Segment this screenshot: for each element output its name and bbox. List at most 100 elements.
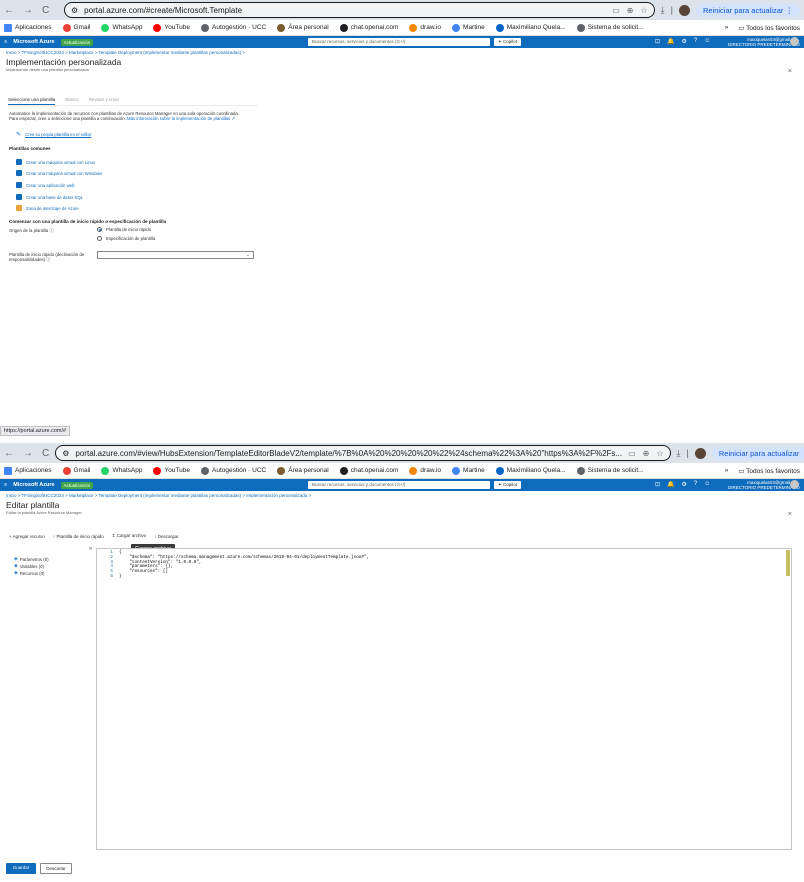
help-icon[interactable]: ? xyxy=(694,481,697,488)
radio-circle[interactable] xyxy=(97,227,102,232)
azure-search-input[interactable]: Buscar recursos, servicios y documentos … xyxy=(308,481,490,489)
address-url[interactable]: portal.azure.com/#create/Microsoft.Templ… xyxy=(84,6,606,15)
address-bar[interactable]: ⚙ portal.azure.com/#create/Microsoft.Tem… xyxy=(64,2,655,18)
code-area[interactable]: { "$schema": "https://schema.management.… xyxy=(119,550,369,580)
template-source-radio[interactable]: Plantilla de inicio rápido xyxy=(97,227,151,232)
azure-brand[interactable]: Microsoft Azure xyxy=(13,39,54,45)
bookmark-item[interactable]: Autogestión · UCC xyxy=(201,23,266,32)
editor-scrollbar[interactable] xyxy=(786,550,790,576)
zoom-icon[interactable]: ⊕ xyxy=(627,6,634,15)
bookmark-item[interactable]: Martine xyxy=(452,466,485,475)
info-icon[interactable]: ⓘ xyxy=(46,257,50,262)
toolbar-button[interactable]: ↓ Descargar xyxy=(154,534,178,539)
bookmark-item[interactable]: Área personal xyxy=(277,23,329,32)
settings-icon[interactable]: ⚙ xyxy=(682,38,687,45)
download-icon[interactable]: ⤓ xyxy=(661,5,665,16)
common-template-link[interactable]: Crear una máquina virtual con Windows xyxy=(16,170,102,176)
close-icon[interactable]: × xyxy=(788,68,792,75)
back-icon[interactable]: ← xyxy=(4,5,14,16)
all-favorites-folder[interactable]: ▭ Todos los favoritos xyxy=(738,467,800,475)
reload-icon[interactable]: C xyxy=(42,448,49,459)
notifications-icon[interactable]: 🔔 xyxy=(667,38,674,45)
bookmark-item[interactable]: Sistema de solicit... xyxy=(576,466,644,475)
cloud-shell-icon[interactable]: ⊡ xyxy=(655,38,660,45)
toolbar-button[interactable]: ↥ Cargar archivo xyxy=(112,533,147,539)
install-icon[interactable]: ▭ xyxy=(628,449,636,458)
forward-icon[interactable]: → xyxy=(23,5,33,16)
bookmark-item[interactable]: WhatsApp xyxy=(101,466,142,475)
all-favorites-folder[interactable]: ▭ Todos los favoritos xyxy=(738,24,800,32)
wizard-tab[interactable]: Revisar y crear xyxy=(89,97,119,105)
zoom-icon[interactable]: ⊕ xyxy=(643,449,650,458)
bookmark-item[interactable]: Martine xyxy=(452,23,485,32)
common-template-link[interactable]: Crear una máquina virtual con Linux xyxy=(16,159,95,165)
update-button[interactable]: Reiniciar para actualizar ⋮ xyxy=(695,3,800,17)
forward-icon[interactable]: → xyxy=(23,448,33,459)
toolbar-button[interactable]: ↑ Plantilla de inicio rápido xyxy=(53,534,104,539)
save-button[interactable]: Guardar xyxy=(6,863,36,874)
azure-avatar[interactable] xyxy=(790,37,799,46)
learn-more-link[interactable]: Más información sobre la implementación … xyxy=(127,116,235,121)
outline-item[interactable]: ◈ Parámetros (0) xyxy=(14,556,49,563)
wizard-tab[interactable]: Básico xyxy=(65,97,79,105)
template-source-radio[interactable]: Especificación de plantilla xyxy=(97,236,155,241)
update-button[interactable]: Reiniciar para actualizar ⋮ xyxy=(711,446,804,460)
feedback-icon[interactable]: ☺ xyxy=(704,481,710,488)
update-badge[interactable]: Actualización xyxy=(60,38,94,46)
settings-icon[interactable]: ⚙ xyxy=(682,481,687,488)
profile-avatar[interactable] xyxy=(694,447,706,459)
wizard-tab[interactable]: Seleccione una plantilla xyxy=(8,97,56,105)
discard-button[interactable]: Descartar xyxy=(40,863,72,874)
bookmark-item[interactable]: Autogestión · UCC xyxy=(201,466,266,475)
hamburger-icon[interactable]: ≡ xyxy=(4,39,7,45)
copilot-button[interactable]: ✦ Copilot xyxy=(494,481,522,489)
common-template-link[interactable]: Crear una base de datos SQL xyxy=(16,194,83,200)
profile-avatar[interactable] xyxy=(678,4,690,16)
editor-link[interactable]: ✎ Cree su propia plantilla en el editor xyxy=(16,131,91,138)
bookmark-item[interactable]: Gmail xyxy=(62,23,90,32)
bookmark-item[interactable]: Aplicaciones xyxy=(4,466,52,475)
bookmark-item[interactable]: YouTube xyxy=(153,466,190,475)
breadcrumb[interactable]: Inicio > TFSingSoftUCC2024 > Marketplace… xyxy=(0,48,804,57)
notifications-icon[interactable]: 🔔 xyxy=(667,481,674,488)
back-icon[interactable]: ← xyxy=(4,448,14,459)
bookmark-item[interactable]: draw.io xyxy=(409,23,441,32)
json-editor[interactable]: 123456 { "$schema": "https://schema.mana… xyxy=(96,548,792,850)
hamburger-icon[interactable]: ≡ xyxy=(4,482,7,488)
bookmark-item[interactable]: Área personal xyxy=(277,466,329,475)
azure-search-input[interactable]: Buscar recursos, servicios y documentos … xyxy=(308,38,490,46)
quickstart-dropdown[interactable]: ⌄ xyxy=(97,251,254,259)
azure-avatar[interactable] xyxy=(790,480,799,489)
bookmark-item[interactable]: Sistema de solicit... xyxy=(576,23,644,32)
bookmark-item[interactable]: chat.openai.com xyxy=(339,23,398,32)
breadcrumb[interactable]: Inicio > TFSingSoftUCC2024 > Marketplace… xyxy=(0,491,804,500)
common-template-link[interactable]: Crear una aplicación web xyxy=(16,182,75,188)
address-url[interactable]: portal.azure.com/#view/HubsExtension/Tem… xyxy=(75,449,622,458)
help-icon[interactable]: ? xyxy=(694,38,697,45)
bookmark-item[interactable]: Aplicaciones xyxy=(4,23,52,32)
reload-icon[interactable]: C xyxy=(42,5,49,16)
download-icon[interactable]: ⤓ xyxy=(677,448,681,459)
bookmark-item[interactable]: chat.openai.com xyxy=(339,466,398,475)
copilot-button[interactable]: ✦ Copilot xyxy=(494,38,522,46)
site-info-icon[interactable]: ⚙ xyxy=(62,449,69,458)
bookmark-star-icon[interactable]: ☆ xyxy=(640,6,647,15)
install-icon[interactable]: ▭ xyxy=(612,6,620,15)
address-bar[interactable]: ⚙ portal.azure.com/#view/HubsExtension/T… xyxy=(55,445,671,461)
cloud-shell-icon[interactable]: ⊡ xyxy=(655,481,660,488)
bookmark-item[interactable]: Gmail xyxy=(62,466,90,475)
common-template-link[interactable]: Zona de aterrizaje de Azure xyxy=(16,205,79,211)
radio-circle[interactable] xyxy=(97,236,102,241)
more-bookmarks-icon[interactable]: » xyxy=(725,467,729,475)
outline-item[interactable]: ◈ Recursos (0) xyxy=(14,570,49,577)
bookmark-item[interactable]: Maximiliano Quela... xyxy=(495,23,566,32)
update-badge[interactable]: Actualización xyxy=(60,481,94,489)
bookmark-item[interactable]: YouTube xyxy=(153,23,190,32)
more-bookmarks-icon[interactable]: » xyxy=(725,24,729,32)
bookmark-item[interactable]: WhatsApp xyxy=(101,23,142,32)
outline-item[interactable]: ◈ Variables (0) xyxy=(14,563,49,570)
code-line[interactable]: } xyxy=(119,574,369,580)
site-info-icon[interactable]: ⚙ xyxy=(71,6,78,15)
bookmark-star-icon[interactable]: ☆ xyxy=(656,449,663,458)
azure-brand[interactable]: Microsoft Azure xyxy=(13,482,54,488)
